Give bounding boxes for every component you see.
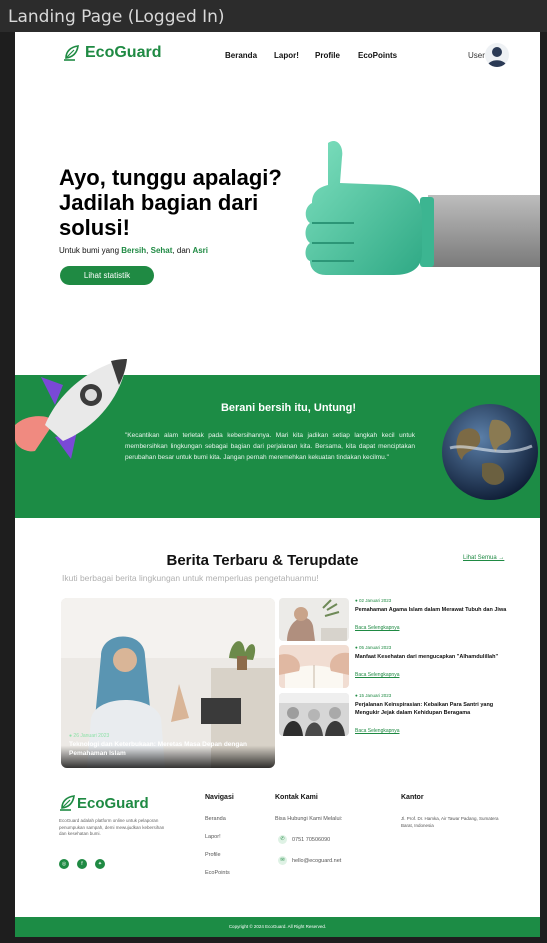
news-date: ● 15 Januari 2023	[355, 693, 392, 698]
earth-globe-illustration	[442, 404, 538, 500]
landing-page: EcoGuard Beranda Lapor! Profile EcoPoint…	[15, 32, 540, 937]
featured-news-title: Teknologi dan Keterbukaan: Meretas Masa …	[69, 741, 247, 757]
nav-link-ecopoints[interactable]: EcoPoints	[358, 51, 397, 60]
news-title: Pemahaman Agama Islam dalam Merawat Tubu…	[355, 607, 507, 613]
news-item[interactable]: ● 05 Januari 2023 Manfaat Kesehatan dari…	[279, 645, 509, 689]
user-avatar-icon	[487, 47, 507, 67]
banner-title: Berani bersih itu, Untung!	[220, 402, 357, 414]
footer-email[interactable]: hello@ecoguard.net	[292, 858, 341, 864]
footer-contact-heading: Kontak Kami	[275, 794, 318, 801]
news-item[interactable]: ● 02 Januari 2023 Pemahaman Agama Islam …	[279, 598, 509, 642]
hero-title: Ayo, tunggu apalagi? Jadilah bagian dari…	[59, 165, 282, 240]
footer-office-address: Jl. Prof. Dr. Hamka, Air Tawar Padang, S…	[401, 816, 499, 828]
footer-nav-profile[interactable]: Profile	[205, 852, 221, 858]
leaf-hand-icon	[64, 45, 79, 61]
footer-office-heading: Kantor	[401, 794, 424, 801]
footer-nav-beranda[interactable]: Beranda	[205, 816, 226, 822]
news-title: Perjalanan Keinspirasian: Kebaikan Para …	[355, 702, 494, 716]
brand-logo[interactable]: EcoGuard	[63, 44, 161, 62]
phone-icon: ✆	[278, 835, 287, 844]
footer-brand-logo[interactable]: EcoGuard	[59, 794, 149, 812]
footer-nav-heading: Navigasi	[205, 794, 234, 801]
read-more-link[interactable]: Baca Selengkapnya	[355, 625, 399, 631]
nav-link-lapor[interactable]: Lapor!	[274, 51, 299, 60]
mail-icon: ✉	[278, 856, 287, 865]
footer-brand-name: EcoGuard	[77, 794, 149, 812]
news-thumbnail	[279, 598, 349, 641]
hero-subtitle: Untuk bumi yang Bersih, Sehat, dan Asri	[59, 246, 208, 255]
twitter-icon[interactable]: ✦	[95, 859, 105, 869]
news-thumbnail	[279, 645, 349, 688]
featured-news-date: ● 26 Januari 2023	[69, 733, 110, 739]
news-section-subtitle: Ikuti berbagai berita lingkungan untuk m…	[62, 573, 319, 583]
avatar[interactable]	[485, 43, 509, 67]
featured-news-card[interactable]: ● 26 Januari 2023 Teknologi dan Keterbuk…	[61, 598, 275, 768]
see-all-news-link[interactable]: Lihat Semua →	[463, 555, 504, 561]
nav-link-profile[interactable]: Profile	[315, 51, 340, 60]
nav-link-beranda[interactable]: Beranda	[225, 51, 257, 60]
view-statistics-button[interactable]: Lihat statistik	[60, 266, 154, 285]
news-section-title: Berita Terbaru & Terupdate	[166, 552, 359, 569]
read-more-link[interactable]: Baca Selengkapnya	[355, 672, 399, 678]
copyright-bar: Copyright © 2024 EcoGuard. All Right Res…	[15, 917, 540, 937]
user-label[interactable]: User	[468, 51, 485, 60]
footer-nav-lapor[interactable]: Lapor!	[205, 834, 221, 840]
news-date: ● 02 Januari 2023	[355, 598, 392, 603]
banner-quote: "Kecantikan alam terletak pada kebersiha…	[125, 432, 415, 461]
thumbs-up-illustration	[305, 140, 540, 275]
footer-phone[interactable]: 0751 70506090	[292, 837, 330, 843]
footer-description: EcoGuard adalah platform online untuk pe…	[59, 818, 165, 836]
news-item[interactable]: ● 15 Januari 2023 Perjalanan Keinspirasi…	[279, 693, 509, 743]
footer-contact-intro: Bisa Hubungi Kami Melalui:	[275, 816, 343, 822]
news-title: Manfaat Kesehatan dari mengucapkan "Alha…	[355, 654, 499, 660]
brand-name: EcoGuard	[85, 44, 162, 61]
facebook-icon[interactable]: f	[77, 859, 87, 869]
instagram-icon[interactable]: ◎	[59, 859, 69, 869]
news-date: ● 05 Januari 2023	[355, 645, 392, 650]
leaf-hand-icon	[60, 795, 75, 811]
news-thumbnail	[279, 693, 349, 736]
footer-nav-ecopoints[interactable]: EcoPoints	[205, 870, 230, 876]
navbar: EcoGuard Beranda Lapor! Profile EcoPoint…	[15, 32, 540, 80]
artboard-title: Landing Page (Logged In)	[0, 0, 547, 32]
read-more-link[interactable]: Baca Selengkapnya	[355, 728, 399, 734]
